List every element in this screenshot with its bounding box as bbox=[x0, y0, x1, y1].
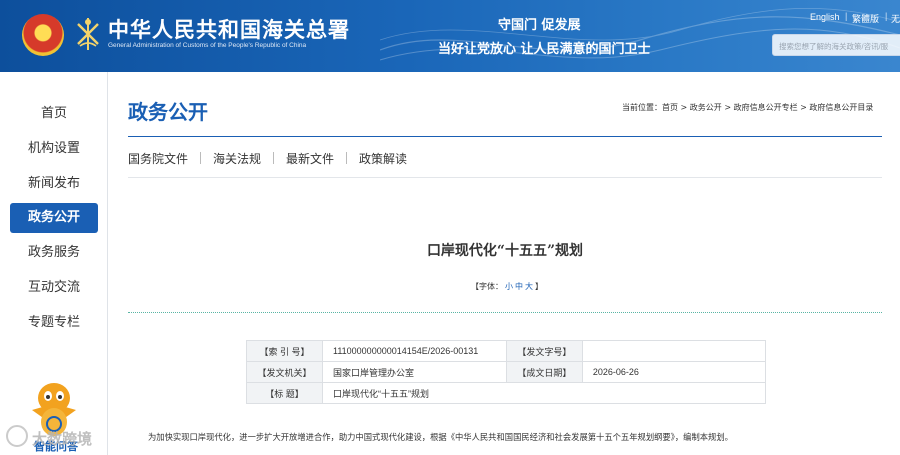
table-row: 【发文机关】 国家口岸管理办公室 【成文日期】 2026-06-26 bbox=[246, 361, 767, 383]
lang-separator: | bbox=[885, 11, 888, 21]
tab-state-council-docs[interactable]: 国务院文件 bbox=[128, 150, 188, 167]
font-size-suffix: 】 bbox=[535, 282, 543, 291]
tab-customs-regulations[interactable]: 海关法规 bbox=[213, 150, 261, 167]
meta-value-issuer: 国家口岸管理办公室 bbox=[321, 361, 507, 383]
search-input[interactable]: 搜索您想了解的海关政策/咨讯/服 bbox=[772, 34, 900, 56]
font-size-prefix: 【字体： bbox=[471, 282, 503, 291]
site-title[interactable]: 中华人民共和国海关总署 bbox=[108, 14, 350, 44]
breadcrumb[interactable]: 当前位置：首页 > 政务公开 > 政府信息公开专栏 > 政府信息公开目录 bbox=[622, 102, 873, 113]
title-divider bbox=[128, 136, 882, 137]
table-row: 【索 引 号】 111000000000014154E/2026-00131 【… bbox=[246, 340, 767, 362]
meta-value-title: 口岸现代化“十五五”规划 bbox=[321, 382, 767, 404]
page-title: 政务公开 bbox=[128, 100, 208, 124]
font-size-small-button[interactable]: 小 bbox=[505, 282, 513, 291]
tab-separator bbox=[200, 152, 202, 164]
tab-separator bbox=[273, 152, 275, 164]
font-size-large-button[interactable]: 大 bbox=[525, 282, 533, 291]
tab-separator bbox=[346, 152, 348, 164]
customs-logo-icon bbox=[77, 18, 99, 50]
sidebar-item-organization[interactable]: 机构设置 bbox=[10, 134, 98, 164]
lang-separator: | bbox=[845, 11, 848, 21]
meta-value-doc-number bbox=[581, 340, 767, 362]
meta-value-index: 111000000000014154E/2026-00131 bbox=[321, 340, 507, 362]
site-header: 中华人民共和国海关总署 General Administration of Cu… bbox=[0, 0, 900, 72]
document-title: 口岸现代化“十五五”规划 bbox=[426, 243, 584, 259]
dotted-divider bbox=[128, 312, 882, 313]
slogan-secondary: 当好让党放心 让人民满意的国门卫士 bbox=[438, 42, 651, 57]
lang-english-link[interactable]: English bbox=[810, 12, 840, 22]
meta-label-index: 【索 引 号】 bbox=[246, 340, 323, 362]
sidebar-item-news[interactable]: 新闻发布 bbox=[10, 169, 98, 199]
document-body-paragraph: 为加快实现口岸现代化，进一步扩大开放增进合作，助力中国式现代化建设，根据《中华人… bbox=[148, 432, 733, 442]
lang-other-link[interactable]: 无 bbox=[891, 12, 900, 25]
document-meta-table: 【索 引 号】 111000000000014154E/2026-00131 【… bbox=[246, 340, 767, 404]
national-emblem-icon bbox=[22, 14, 64, 56]
lang-traditional-link[interactable]: 繁體版 bbox=[852, 12, 879, 25]
tab-policy-interpretation[interactable]: 政策解读 bbox=[359, 150, 407, 167]
watermark-logo-icon bbox=[6, 425, 28, 447]
font-size-control: 【字体：小中大】 bbox=[470, 281, 544, 292]
sidebar-item-home[interactable]: 首页 bbox=[10, 99, 98, 129]
sidebar-item-gov-affairs[interactable]: 政务公开 bbox=[10, 203, 98, 233]
meta-label-title: 【标 题】 bbox=[246, 382, 323, 404]
meta-label-issuer: 【发文机关】 bbox=[246, 361, 323, 383]
sidebar-item-special-topics[interactable]: 专题专栏 bbox=[10, 308, 98, 338]
site-subtitle: General Administration of Customs of the… bbox=[108, 42, 307, 49]
font-size-medium-button[interactable]: 中 bbox=[515, 282, 523, 291]
table-row: 【标 题】 口岸现代化“十五五”规划 bbox=[246, 382, 767, 404]
tabs-divider bbox=[128, 177, 882, 178]
meta-label-date: 【成文日期】 bbox=[505, 361, 583, 383]
tab-latest-docs[interactable]: 最新文件 bbox=[286, 150, 334, 167]
meta-value-date: 2026-06-26 bbox=[581, 361, 767, 383]
meta-label-doc-number: 【发文字号】 bbox=[505, 340, 583, 362]
watermark-text: 大数跨境 bbox=[32, 430, 93, 448]
section-tabs: 国务院文件 海关法规 最新文件 政策解读 bbox=[128, 150, 407, 168]
sidebar-item-interaction[interactable]: 互动交流 bbox=[10, 273, 98, 303]
slogan-primary: 守国门 促发展 bbox=[498, 18, 581, 33]
